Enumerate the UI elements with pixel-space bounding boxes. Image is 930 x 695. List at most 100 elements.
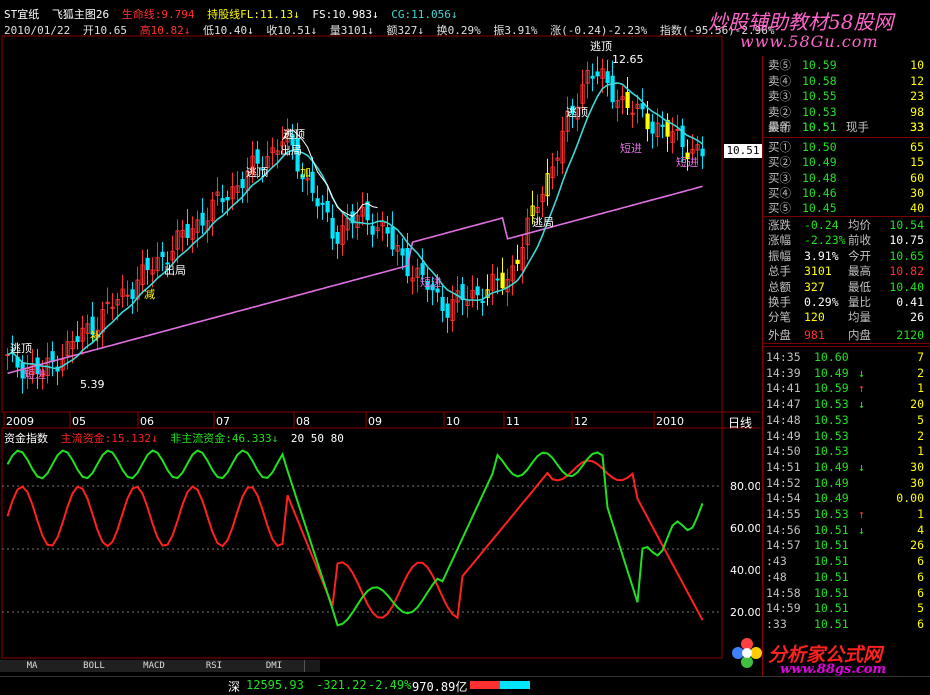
tick-volume: 5 (917, 412, 924, 427)
buy-volume: 40 (910, 201, 924, 216)
stat-row: 外盘 981 内盘 2120 (766, 328, 928, 343)
buy-row: 买⑤ 10.45 40 (766, 201, 928, 216)
stat-row: 涨跌 -0.24 均价 10.54 (766, 218, 928, 233)
tick-row: 14:41 10.59 ↑ 1 (766, 381, 928, 397)
status-bar: 深 12595.93 -321.22 -2.49% 970.89亿 (0, 676, 930, 694)
candlestick-series (5, 56, 705, 394)
tick-time: 14:48 (766, 412, 801, 427)
sep-b (764, 216, 930, 217)
buy-level-label: 买⑤ (768, 201, 791, 216)
up-ratio-bar (470, 681, 500, 689)
latest-row: 最新 10.51 现手 33 (766, 120, 928, 135)
sell-price: 10.53 (802, 104, 837, 119)
tab-boll[interactable]: BOLL (64, 660, 125, 672)
stat-label: 最低 (848, 279, 871, 294)
index-name: 深 (228, 680, 241, 694)
x-tick-label: 12 (574, 415, 588, 428)
signal-label: 补 (90, 330, 101, 343)
candle-body (50, 351, 55, 362)
indicator-name[interactable]: 飞狐主图26 (52, 8, 109, 21)
candle-body (435, 288, 440, 293)
tick-row: 14:58 10.51 6 (766, 586, 928, 602)
current-hand-label: 现手 (846, 120, 869, 134)
buy-level-label: 买② (768, 155, 791, 170)
sell-row: 卖④ 10.58 12 (766, 74, 928, 89)
tick-volume: 5 (917, 601, 924, 616)
stat-value: 10.82 (889, 264, 924, 279)
stat-row: 涨幅 -2.23% 前收 10.75 (766, 233, 928, 248)
stat-label: 量比 (848, 295, 871, 309)
x-tick-label: 07 (216, 415, 230, 428)
candle-body (645, 113, 650, 130)
tick-price: 10.53 (814, 507, 849, 521)
sell-level-label: 卖⑤ (768, 58, 791, 72)
tab-dmi[interactable]: DMI (244, 660, 305, 672)
tick-price: 10.53 (814, 444, 849, 459)
candle-body (440, 297, 445, 311)
tab-macd[interactable]: MACD (124, 660, 185, 672)
candle-body (660, 124, 665, 127)
sell-volume: 98 (910, 104, 924, 119)
tick-arrow: ↓ (858, 459, 865, 474)
tick-time: :43 (766, 554, 787, 569)
stat-label: 前收 (848, 233, 871, 248)
stat-label: 均量 (848, 310, 871, 325)
tick-volume: 2 (917, 428, 924, 443)
sell-price: 10.59 (802, 58, 837, 72)
candle-body (480, 300, 485, 304)
sell-level-label: 卖④ (768, 73, 791, 88)
signal-label: 减 (144, 288, 155, 301)
high-value: 高10.82↓ (139, 24, 191, 37)
candle-body (335, 232, 340, 244)
tick-price: 10.51 (814, 538, 849, 553)
tick-row: 14:52 10.49 30 (766, 476, 928, 492)
signal-label: 短进 (676, 155, 698, 169)
tick-volume: 6 (917, 569, 924, 584)
stock-name[interactable]: ST宜纸 (4, 8, 39, 21)
tab-ma[interactable]: MA (0, 660, 65, 672)
tick-time: 14:58 (766, 585, 801, 600)
indicator-header: ST宜纸 飞狐主图26 生命线:9.794 持股线FL:11.13↓ FS:10… (4, 6, 463, 22)
stat-label: 最高 (848, 264, 871, 279)
period-label[interactable]: 日线 (728, 414, 752, 431)
chart-canvas[interactable]: 逃顶出局逃顶短进出局逃顶12.65短进短进逃顶逃顶逃局短进加减补5.39 200… (0, 0, 760, 691)
candle-body (330, 217, 335, 239)
tick-row: 14:48 10.53 5 (766, 413, 928, 429)
sub-chart-title[interactable]: 资金指数 (4, 432, 48, 445)
stat-value: -2.23% (804, 233, 846, 248)
stat-label: 总手 (768, 264, 791, 279)
candle-body (145, 257, 150, 271)
tick-price: 10.49 (814, 475, 849, 490)
tick-time: :48 (766, 569, 787, 584)
main-fund-value: 主流资金:15.132↓ (60, 432, 158, 445)
stat-label: 外盘 (768, 327, 791, 342)
tab-rsi[interactable]: RSI (184, 660, 245, 672)
tick-time: 14:59 (766, 601, 801, 616)
buy-row: 买② 10.49 15 (766, 155, 928, 170)
tick-row: 14:56 10.51 ↓ 4 (766, 523, 928, 539)
tick-row: 14:35 10.60 7 (766, 350, 928, 366)
non-main-fund-line (6, 449, 704, 627)
candle-body (400, 248, 405, 256)
buy-row: 买③ 10.48 60 (766, 171, 928, 186)
candle-body (625, 91, 630, 109)
candle-body (495, 278, 500, 281)
tick-price: 10.51 (814, 601, 849, 616)
signal-label: 逃顶 (283, 128, 305, 141)
x-tick-label: 2009 (6, 415, 34, 428)
current-hand-value: 33 (910, 120, 924, 134)
x-tick-label: 09 (368, 415, 382, 428)
life-line-value: 生命线:9.794 (121, 8, 195, 21)
stat-label: 换手 (768, 295, 791, 309)
x-tick-label: 06 (140, 415, 154, 428)
sell-price: 10.55 (802, 89, 837, 103)
tick-price: 10.53 (814, 397, 849, 412)
tick-price: 10.49 (814, 365, 849, 380)
candle-body (385, 227, 390, 234)
tick-volume: 30 (910, 475, 924, 490)
stat-row: 总手 3101 最高 10.82 (766, 264, 928, 279)
candle-body (200, 212, 205, 226)
stat-row: 换手 0.29% 量比 0.41 (766, 295, 928, 310)
stat-value: 10.54 (889, 218, 924, 232)
tick-row: 14:54 10.49 0.00 (766, 491, 928, 507)
